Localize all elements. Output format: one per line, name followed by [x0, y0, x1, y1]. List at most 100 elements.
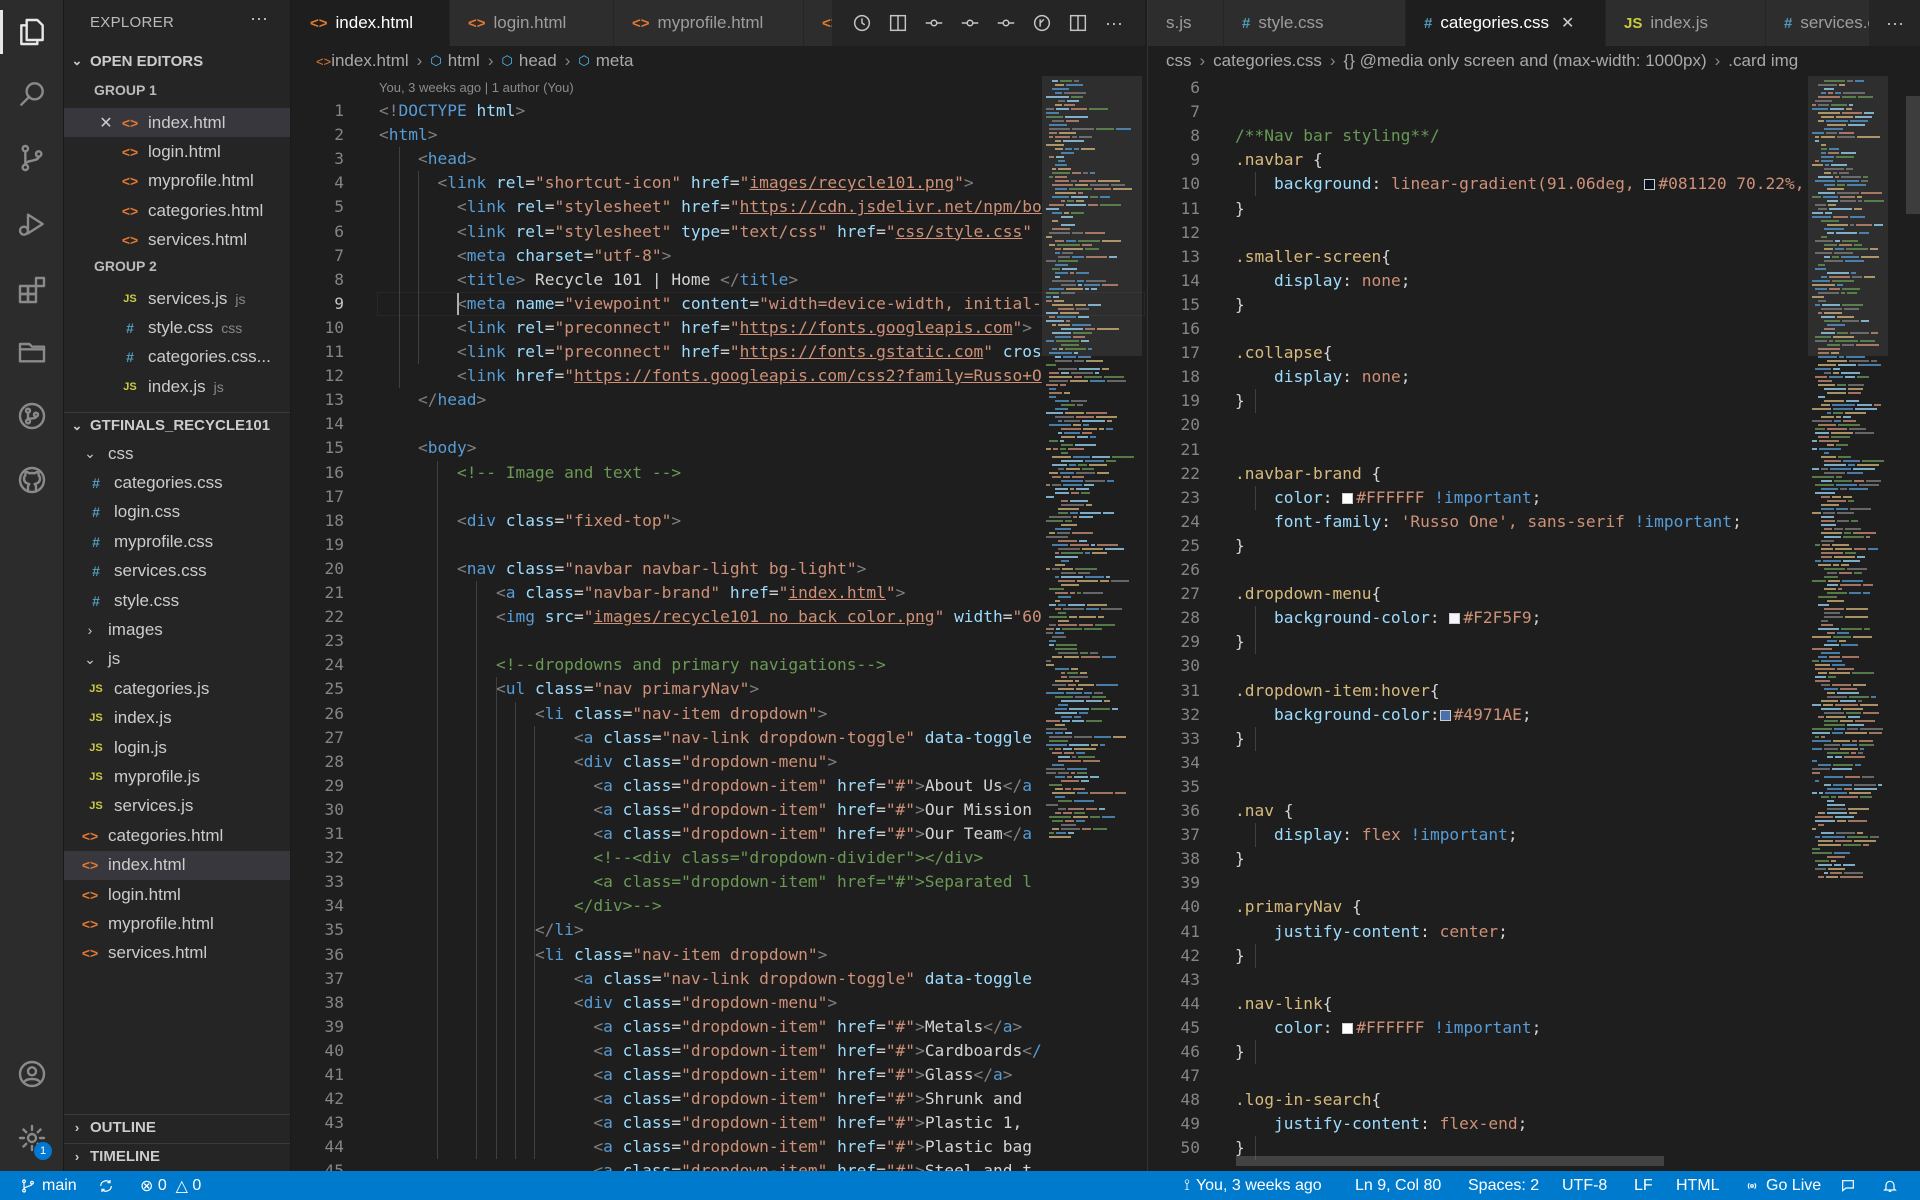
token: About Us: [924, 775, 1003, 795]
history-icon[interactable]: [844, 5, 880, 41]
more-actions-icon[interactable]: ···: [1877, 5, 1913, 41]
line-ending[interactable]: LF: [1634, 1171, 1653, 1200]
tree-item[interactable]: JS myprofile.js: [64, 762, 290, 791]
open-editor-item[interactable]: JS index.js js: [64, 372, 290, 401]
github-icon[interactable]: [0, 452, 64, 508]
editor-tab[interactable]: <> index.html: [292, 0, 450, 46]
open-preview-icon[interactable]: [880, 5, 916, 41]
open-editor-item[interactable]: JS services.js js: [64, 284, 290, 313]
split-editor-icon[interactable]: [1060, 5, 1096, 41]
tree-item[interactable]: › images: [64, 615, 290, 644]
line-number: 36: [324, 944, 345, 964]
tree-item[interactable]: <> myprofile.html: [64, 909, 290, 938]
source-control-icon[interactable]: [0, 130, 64, 186]
git-commit-icon[interactable]: [916, 5, 952, 41]
color-swatch[interactable]: [1342, 1022, 1354, 1034]
tree-item[interactable]: ⌄ js: [64, 645, 290, 674]
more-actions-icon[interactable]: ···: [1096, 5, 1132, 41]
explorer-icon[interactable]: [0, 4, 64, 60]
breadcrumb-item[interactable]: .card img: [1728, 51, 1798, 71]
previous-change-icon[interactable]: [952, 5, 988, 41]
editor-tab[interactable]: <> login.html: [450, 0, 614, 46]
tree-item[interactable]: JS services.js: [64, 792, 290, 821]
go-live-button[interactable]: Go Live: [1744, 1171, 1821, 1200]
breadcrumb-item[interactable]: meta: [596, 51, 634, 71]
timeline-section[interactable]: › TIMELINE: [64, 1143, 290, 1169]
tree-item[interactable]: <> services.html: [64, 939, 290, 968]
feedback-icon[interactable]: [1840, 1171, 1862, 1200]
breadcrumb-item[interactable]: html: [448, 51, 480, 71]
editor-tab[interactable]: JSs.js: [1148, 0, 1224, 46]
open-editor-item[interactable]: # style.css css: [64, 313, 290, 342]
run-debug-icon[interactable]: [0, 196, 64, 252]
color-swatch[interactable]: [1342, 492, 1354, 504]
tree-item[interactable]: # myprofile.css: [64, 527, 290, 556]
tree-item[interactable]: # categories.css: [64, 468, 290, 497]
problems-indicator[interactable]: ⊗ 0 △ 0: [140, 1171, 201, 1200]
minimap-token: [1058, 508, 1079, 510]
folder-icon[interactable]: [0, 324, 64, 380]
minimap-slider[interactable]: [1042, 76, 1142, 356]
project-section[interactable]: ⌄ GTFINALS_RECYCLE101: [64, 412, 290, 438]
minimap-token: [1847, 728, 1858, 730]
notifications-bell-icon[interactable]: [1882, 1171, 1904, 1200]
tree-item[interactable]: # login.css: [64, 498, 290, 527]
tree-item[interactable]: JS categories.js: [64, 674, 290, 703]
codelens-blame[interactable]: You, 3 weeks ago | 1 author (You): [379, 80, 574, 95]
explorer-more-button[interactable]: ···: [250, 8, 268, 29]
editor-tab[interactable]: JS index.js: [1606, 0, 1766, 46]
sync-icon[interactable]: [98, 1171, 120, 1200]
open-editor-item[interactable]: ✕ <> index.html: [64, 108, 290, 137]
breadcrumb-item[interactable]: categories.css: [1213, 51, 1322, 71]
tree-item[interactable]: JS login.js: [64, 733, 290, 762]
blame-indicator[interactable]: ⟟ You, 3 weeks ago: [1184, 1171, 1322, 1200]
search-icon[interactable]: [0, 66, 64, 122]
close-icon[interactable]: ✕: [1561, 13, 1574, 33]
tree-item[interactable]: <> login.html: [64, 880, 290, 909]
breadcrumb-item[interactable]: css: [1166, 51, 1192, 71]
close-icon[interactable]: ✕: [94, 113, 118, 133]
color-swatch[interactable]: [1439, 709, 1451, 721]
tree-item[interactable]: JS index.js: [64, 704, 290, 733]
git-graph-icon[interactable]: [0, 388, 64, 444]
outline-section[interactable]: › OUTLINE: [64, 1114, 290, 1140]
next-change-icon[interactable]: [988, 5, 1024, 41]
vertical-scrollbar[interactable]: [1906, 96, 1920, 214]
color-swatch[interactable]: [1449, 613, 1461, 625]
horizontal-scrollbar[interactable]: [1236, 1156, 1664, 1166]
tree-item[interactable]: <> index.html: [64, 850, 290, 880]
open-editor-item[interactable]: <> categories.html: [64, 196, 290, 225]
right-more-actions[interactable]: ···: [1869, 0, 1920, 46]
tree-item[interactable]: # services.css: [64, 557, 290, 586]
minimap-token: [1842, 344, 1854, 346]
compare-icon[interactable]: [1024, 5, 1060, 41]
cursor-position[interactable]: Ln 9, Col 80: [1355, 1171, 1441, 1200]
editor-tab[interactable]: # categories.css ✕: [1406, 0, 1606, 46]
open-editor-item[interactable]: <> myprofile.html: [64, 167, 290, 196]
breadcrumb-item[interactable]: index.html: [331, 51, 408, 71]
breadcrumb-item[interactable]: {} @media only screen and (max-width: 10…: [1344, 51, 1707, 71]
tree-item[interactable]: # style.css: [64, 586, 290, 615]
encoding[interactable]: UTF-8: [1562, 1171, 1607, 1200]
open-editor-item[interactable]: # categories.css...: [64, 343, 290, 372]
tree-item[interactable]: ⌄ css: [64, 439, 290, 468]
editor-tab[interactable]: <> myprofile.html: [614, 0, 804, 46]
indentation[interactable]: Spaces: 2: [1468, 1171, 1539, 1200]
breadcrumb-item[interactable]: head: [519, 51, 557, 71]
extensions-icon[interactable]: [0, 262, 64, 318]
settings-gear-icon[interactable]: [0, 1110, 64, 1166]
account-icon[interactable]: [0, 1046, 64, 1102]
chevron-right-icon: ›: [1329, 51, 1336, 70]
right-minimap[interactable]: [1808, 76, 1893, 1171]
line-number: 24: [324, 655, 345, 675]
color-swatch[interactable]: [1644, 179, 1656, 191]
language-mode[interactable]: HTML: [1676, 1171, 1720, 1200]
minimap-token: [1849, 104, 1853, 106]
left-minimap[interactable]: [1042, 76, 1142, 1171]
editor-tab[interactable]: # style.css: [1224, 0, 1406, 46]
open-editor-item[interactable]: <> services.html: [64, 226, 290, 255]
tree-item[interactable]: <> categories.html: [64, 821, 290, 850]
open-editor-item[interactable]: <> login.html: [64, 137, 290, 166]
open-editors-section[interactable]: ⌄ OPEN EDITORS: [64, 48, 290, 74]
branch-indicator[interactable]: main: [20, 1171, 77, 1200]
